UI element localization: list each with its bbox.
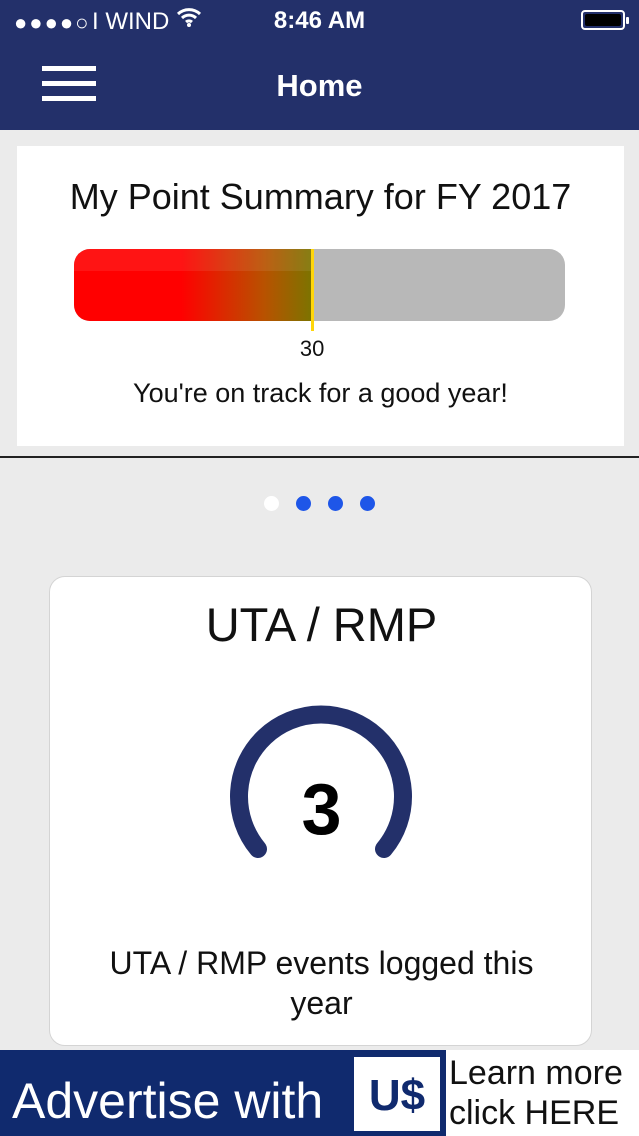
- card-caption: UTA / RMP events logged this year: [109, 945, 534, 1021]
- ad-text: Advertise with: [12, 1073, 324, 1129]
- advertisement-banner[interactable]: Advertise with U$ Learn more click HERE: [0, 1050, 639, 1136]
- top-bar: ●●●●○ I WIND 8:46 AM Home: [0, 0, 639, 130]
- points-marker: [311, 249, 315, 331]
- section-divider: [0, 456, 639, 458]
- ad-cta[interactable]: Learn more click HERE: [446, 1050, 639, 1136]
- ad-logo: U$: [351, 1054, 443, 1134]
- status-bar: ●●●●○ I WIND 8:46 AM: [0, 0, 639, 42]
- page-title: Home: [276, 68, 363, 103]
- uta-rmp-card[interactable]: UTA / RMP 3 UTA / RMP events logged this…: [49, 576, 592, 1046]
- page-dot-4[interactable]: [360, 496, 375, 511]
- points-progress-fill: [74, 249, 313, 321]
- ad-cta-line-1: Learn more: [449, 1054, 623, 1092]
- battery-icon: [581, 10, 629, 30]
- point-summary-title: My Point Summary for FY 2017: [69, 176, 572, 217]
- on-track-message: You're on track for a good year!: [133, 378, 508, 408]
- event-count: 3: [301, 770, 342, 850]
- page-indicator: [0, 496, 639, 511]
- points-progress-bar: [74, 249, 565, 321]
- card-title: UTA / RMP: [205, 598, 438, 651]
- status-time: 8:46 AM: [273, 7, 366, 34]
- point-summary-panel: My Point Summary for FY 2017 30 You're o…: [17, 146, 624, 446]
- page-dot-3[interactable]: [328, 496, 343, 511]
- points-marker-label: 30: [299, 336, 325, 361]
- page-dot-2[interactable]: [296, 496, 311, 511]
- page-dot-1[interactable]: [264, 496, 279, 511]
- ad-cta-line-2: click HERE: [449, 1094, 620, 1132]
